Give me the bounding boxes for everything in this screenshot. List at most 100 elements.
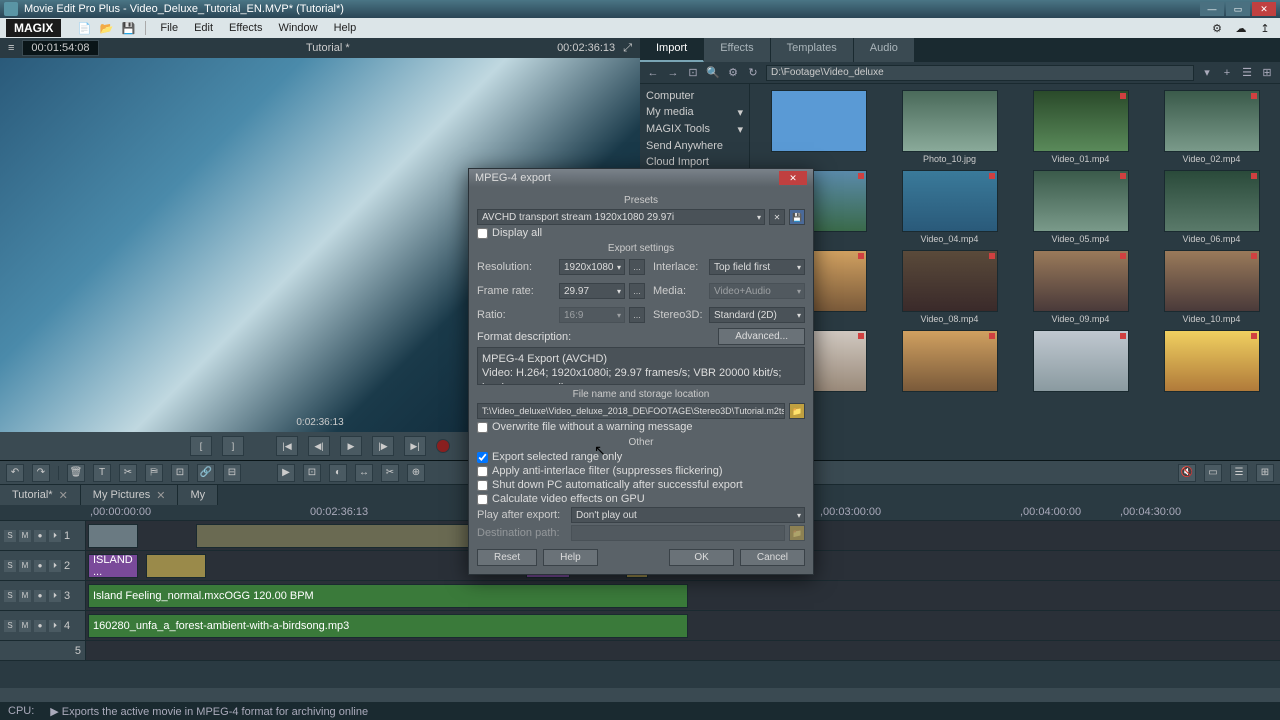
search-icon[interactable]: 🔍: [706, 66, 720, 80]
marker-button[interactable]: ⛿: [145, 464, 163, 482]
save-icon[interactable]: 💾: [119, 20, 137, 36]
media-item[interactable]: [887, 330, 1012, 394]
export-range-checkbox[interactable]: [477, 452, 488, 463]
stereo-combo[interactable]: Standard (2D): [709, 307, 805, 323]
menu-window[interactable]: Window: [272, 20, 323, 36]
view-2[interactable]: ☰: [1230, 464, 1248, 482]
add-icon[interactable]: +: [1220, 66, 1234, 80]
view-1[interactable]: ▭: [1204, 464, 1222, 482]
cloud-icon[interactable]: ☁: [1232, 20, 1250, 36]
back-icon[interactable]: ←: [646, 66, 660, 80]
preset-delete-button[interactable]: ✕: [769, 209, 785, 225]
path-input[interactable]: D:\Footage\Video_deluxe: [766, 65, 1194, 81]
dialog-titlebar[interactable]: MPEG-4 export ✕: [469, 169, 813, 187]
shutdown-checkbox[interactable]: [477, 480, 488, 491]
tab-effects[interactable]: Effects: [704, 38, 770, 62]
goto-end-button[interactable]: ▶|: [404, 436, 426, 456]
mark-in-button[interactable]: [: [190, 436, 212, 456]
filepath-field[interactable]: T:\Video_deluxe\Video_deluxe_2018_DE\FOO…: [477, 403, 785, 419]
advanced-button[interactable]: Advanced...: [718, 328, 805, 345]
media-item[interactable]: Video_02.mp4: [1149, 90, 1274, 164]
timeline-scrollbar[interactable]: [0, 688, 1280, 702]
tool-2[interactable]: ⊡: [303, 464, 321, 482]
media-item[interactable]: Video_10.mp4: [1149, 250, 1274, 324]
gear-icon[interactable]: ⚙: [726, 66, 740, 80]
play-button[interactable]: ▶: [340, 436, 362, 456]
new-icon[interactable]: 📄: [75, 20, 93, 36]
media-item[interactable]: Video_06.mp4: [1149, 170, 1274, 244]
overwrite-checkbox[interactable]: [477, 422, 488, 433]
dialog-close-button[interactable]: ✕: [779, 171, 807, 185]
view-grid-icon[interactable]: ⊞: [1260, 66, 1274, 80]
close-button[interactable]: ✕: [1252, 2, 1276, 16]
text-button[interactable]: T: [93, 464, 111, 482]
track-header[interactable]: SM●⏵1: [0, 521, 86, 550]
chevron-down-icon[interactable]: ▾: [1200, 66, 1214, 80]
redo-button[interactable]: ↷: [32, 464, 50, 482]
track-header[interactable]: SM●⏵4: [0, 611, 86, 640]
track-header[interactable]: SM●⏵3: [0, 581, 86, 610]
group-button[interactable]: ⊡: [171, 464, 189, 482]
media-item[interactable]: Video_05.mp4: [1018, 170, 1143, 244]
browse-button[interactable]: 📁: [789, 403, 805, 419]
tab-import[interactable]: Import: [640, 38, 704, 62]
view-3[interactable]: ⊞: [1256, 464, 1274, 482]
tab-audio[interactable]: Audio: [854, 38, 915, 62]
record-button[interactable]: [436, 439, 450, 453]
prev-frame-button[interactable]: ◀|: [308, 436, 330, 456]
tab-templates[interactable]: Templates: [771, 38, 854, 62]
media-item[interactable]: Video_08.mp4: [887, 250, 1012, 324]
timeline-tab[interactable]: Tutorial*✕: [0, 485, 81, 505]
pointer-tool[interactable]: ▶: [277, 464, 295, 482]
tree-sendanywhere[interactable]: Send Anywhere: [646, 138, 743, 154]
reset-button[interactable]: Reset: [477, 549, 537, 566]
undo-button[interactable]: ↶: [6, 464, 24, 482]
ungroup-button[interactable]: ⊟: [223, 464, 241, 482]
forward-icon[interactable]: →: [666, 66, 680, 80]
display-all-checkbox[interactable]: [477, 228, 488, 239]
next-frame-button[interactable]: |▶: [372, 436, 394, 456]
burger-icon[interactable]: ≡: [8, 42, 14, 54]
delete-button[interactable]: 🗑: [67, 464, 85, 482]
menu-help[interactable]: Help: [328, 20, 363, 36]
track-header[interactable]: SM●⏵2: [0, 551, 86, 580]
play-after-combo[interactable]: Don't play out: [571, 507, 805, 523]
view-list-icon[interactable]: ☰: [1240, 66, 1254, 80]
gpu-checkbox[interactable]: [477, 494, 488, 505]
ratio-extra-button[interactable]: …: [629, 307, 645, 323]
preview-timecode[interactable]: 00:01:54:08: [22, 40, 98, 56]
framerate-extra-button[interactable]: …: [629, 283, 645, 299]
media-item[interactable]: [1018, 330, 1143, 394]
preview-expand-icon[interactable]: ⤢: [623, 42, 632, 55]
tool-3[interactable]: ◐: [329, 464, 347, 482]
upload-icon[interactable]: ↥: [1256, 20, 1274, 36]
media-item[interactable]: Video_01.mp4: [1018, 90, 1143, 164]
media-item[interactable]: [1149, 330, 1274, 394]
timeline-tab[interactable]: My Pictures✕: [81, 485, 179, 505]
settings-icon[interactable]: ⚙: [1208, 20, 1226, 36]
mute-button[interactable]: 🔇: [1178, 464, 1196, 482]
framerate-combo[interactable]: 29.97: [559, 283, 625, 299]
close-tab-icon[interactable]: ✕: [156, 489, 165, 502]
open-icon[interactable]: 📂: [97, 20, 115, 36]
media-item[interactable]: Video_09.mp4: [1018, 250, 1143, 324]
track-header[interactable]: 5: [0, 641, 86, 660]
minimize-button[interactable]: —: [1200, 2, 1224, 16]
preset-save-button[interactable]: 💾: [789, 209, 805, 225]
title-clip[interactable]: ISLAND ...: [88, 554, 138, 578]
menu-effects[interactable]: Effects: [223, 20, 268, 36]
preset-combo[interactable]: AVCHD transport stream 1920x1080 29.97i: [477, 209, 765, 225]
menu-edit[interactable]: Edit: [188, 20, 219, 36]
interlace-combo[interactable]: Top field first: [709, 259, 805, 275]
audio-clip[interactable]: 160280_unfa_a_forest-ambient-with-a-bird…: [88, 614, 688, 638]
maximize-button[interactable]: ▭: [1226, 2, 1250, 16]
tree-computer[interactable]: Computer: [646, 88, 743, 104]
media-item[interactable]: [756, 90, 881, 164]
mark-out-button[interactable]: ]: [222, 436, 244, 456]
menu-file[interactable]: File: [154, 20, 184, 36]
link-button[interactable]: 🔗: [197, 464, 215, 482]
timeline-tab[interactable]: My: [178, 485, 218, 505]
resolution-extra-button[interactable]: …: [629, 259, 645, 275]
tree-magixtools[interactable]: MAGIX Tools▾: [646, 121, 743, 138]
close-tab-icon[interactable]: ✕: [59, 489, 68, 502]
